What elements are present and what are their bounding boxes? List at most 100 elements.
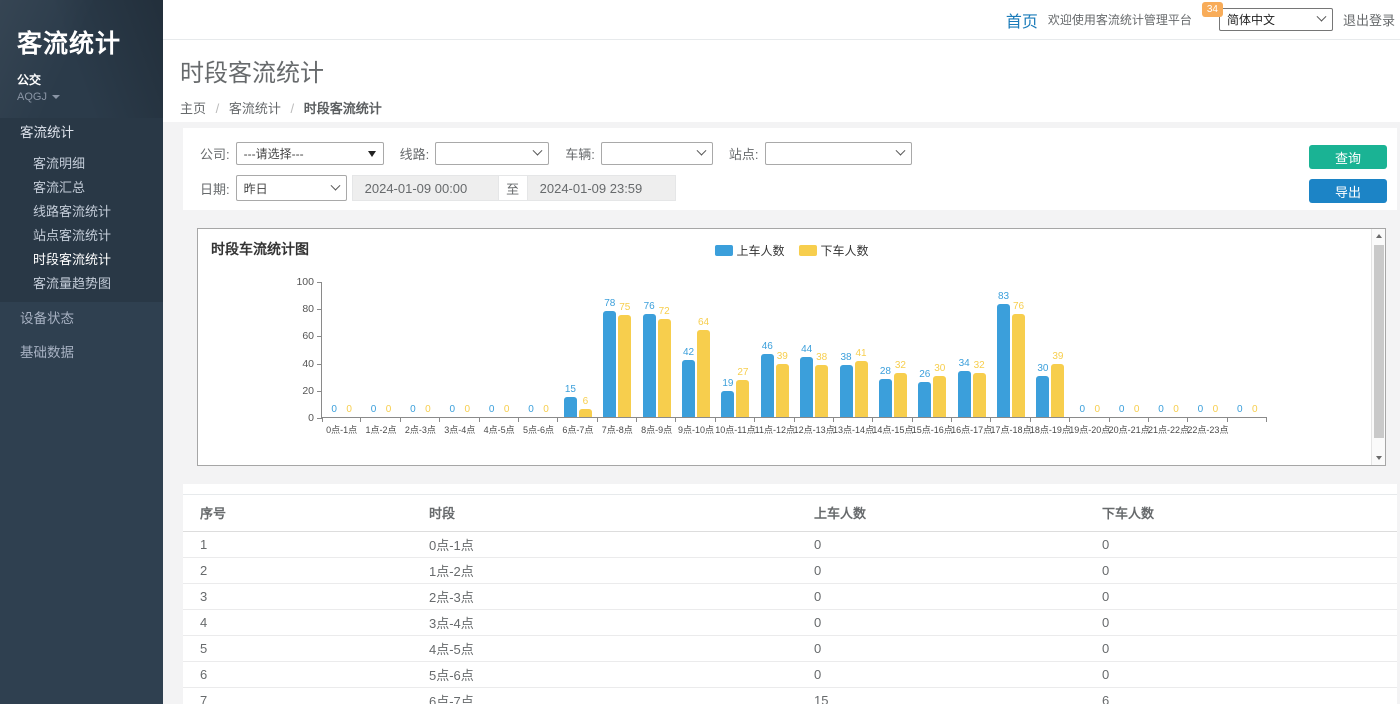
brand-title: 客流统计	[17, 24, 163, 60]
sidebar-item-period-stats[interactable]: 时段客流统计	[0, 248, 163, 272]
bar-value-label: 41	[848, 348, 874, 359]
bar-上车人数	[800, 357, 813, 417]
chart-category: 463911点-12点	[755, 282, 794, 417]
x-axis-tick	[990, 417, 991, 422]
date-from-input[interactable]: 2024-01-09 00:00	[352, 175, 499, 201]
sidebar-item-passenger-detail[interactable]: 客流明细	[0, 152, 163, 176]
sidebar-item-line-stats[interactable]: 线路客流统计	[0, 200, 163, 224]
scroll-down-arrow-icon[interactable]	[1372, 451, 1385, 465]
table-cell: 6	[1085, 688, 1397, 704]
table-cell: 15	[797, 688, 1085, 704]
sidebar-item-passenger-summary[interactable]: 客流汇总	[0, 176, 163, 200]
bar-value-label: 64	[691, 317, 717, 328]
x-axis-tick	[439, 417, 440, 422]
bar-下车人数	[855, 361, 868, 417]
scrollbar-thumb[interactable]	[1374, 245, 1384, 438]
home-link[interactable]: 首页	[1006, 8, 1038, 32]
date-preset-select[interactable]: 昨日	[236, 175, 347, 201]
page-heading: 时段客流统计 主页 / 客流统计 / 时段客流统计	[163, 40, 1400, 122]
chart-category: 443812点-13点	[795, 282, 834, 417]
breadcrumb-separator: /	[291, 101, 295, 116]
legend-item-board[interactable]: 上车人数	[714, 242, 784, 259]
caret-down-icon	[52, 95, 60, 99]
bar-value-label: 39	[769, 351, 795, 362]
export-button[interactable]: 导出	[1309, 179, 1387, 203]
query-button[interactable]: 查询	[1309, 145, 1387, 169]
sidebar-item-device-status[interactable]: 设备状态	[0, 302, 163, 336]
station-label: 站点:	[729, 144, 759, 163]
bar-value-label: 0	[1124, 404, 1150, 415]
vehicle-select[interactable]	[601, 142, 713, 165]
x-axis-tick	[1266, 417, 1267, 422]
table-row: 76点-7点156	[183, 688, 1397, 704]
bar-value-label: 38	[809, 352, 835, 363]
line-select[interactable]	[435, 142, 549, 165]
filter-row-2: 日期: 昨日 2024-01-09 00:00 至 2024-01-09 23:…	[183, 175, 1397, 201]
x-axis-tick	[951, 417, 952, 422]
x-axis-tick	[872, 417, 873, 422]
legend-item-alight[interactable]: 下车人数	[799, 242, 869, 259]
scroll-up-arrow-icon[interactable]	[1372, 229, 1385, 243]
x-axis-tick	[1187, 417, 1188, 422]
table-row: 32点-3点00	[183, 584, 1397, 610]
chart-category: 003点-4点	[440, 282, 479, 417]
sidebar-brand: 客流统计 公交 AQGJ	[0, 0, 163, 118]
table-header-row: 序号 时段 上车人数 下车人数	[183, 495, 1397, 532]
main-area: 首页 欢迎使用客流统计管理平台 34 简体中文 退出登录 时段客流统计 主页 /…	[163, 0, 1400, 704]
chart-scrollbar[interactable]	[1371, 229, 1385, 465]
table-cell: 0	[797, 662, 1085, 688]
bar-value-label: 32	[887, 360, 913, 371]
sidebar-item-station-stats[interactable]: 站点客流统计	[0, 224, 163, 248]
y-axis-tick-label: 60	[280, 330, 314, 342]
user-dropdown[interactable]: AQGJ	[17, 91, 87, 103]
x-axis-tick	[1227, 417, 1228, 422]
x-axis-tick	[754, 417, 755, 422]
bar-上车人数	[918, 382, 931, 417]
bar-value-label: 0	[1242, 404, 1268, 415]
x-axis-tick	[557, 417, 558, 422]
chart-category: 192710点-11点	[716, 282, 755, 417]
x-axis-tick	[715, 417, 716, 422]
col-header-board: 上车人数	[797, 495, 1085, 532]
col-header-index: 序号	[183, 495, 412, 532]
table-cell: 6	[183, 662, 412, 688]
y-axis-tick-label: 100	[280, 276, 314, 288]
table-row: 54点-5点00	[183, 636, 1397, 662]
chevron-down-icon	[330, 180, 340, 190]
chart-category: 0021点-22点	[1149, 282, 1188, 417]
x-axis-tick	[597, 417, 598, 422]
language-select-value: 简体中文	[1227, 11, 1275, 28]
breadcrumb-passenger-stats[interactable]: 客流统计	[229, 101, 281, 116]
bar-下车人数	[697, 330, 710, 417]
legend-swatch-board	[714, 245, 732, 256]
y-axis-tick-label: 40	[280, 358, 314, 370]
date-preset-value: 昨日	[244, 180, 268, 197]
sidebar-item-trend-chart[interactable]: 客流量趋势图	[0, 272, 163, 296]
table-cell: 0	[797, 610, 1085, 636]
sidebar-item-base-data[interactable]: 基础数据	[0, 336, 163, 370]
date-to-input[interactable]: 2024-01-09 23:59	[527, 175, 676, 201]
chart-category: 384113点-14点	[834, 282, 873, 417]
station-select[interactable]	[765, 142, 912, 165]
filter-buttons: 查询 导出	[1309, 145, 1387, 203]
notification-badge[interactable]: 34	[1202, 2, 1223, 17]
company-label: 公司:	[200, 144, 230, 163]
chart-category: 001点-2点	[361, 282, 400, 417]
x-axis-tick	[636, 417, 637, 422]
table-cell: 0	[1085, 636, 1397, 662]
company-select[interactable]: ---请选择---	[236, 142, 384, 165]
x-axis-tick	[833, 417, 834, 422]
sidebar-submenu: 客流明细 客流汇总 线路客流统计 站点客流统计 时段客流统计 客流量趋势图	[0, 148, 163, 296]
chart-category: 005点-6点	[519, 282, 558, 417]
chart-category: 78757点-8点	[598, 282, 637, 417]
chart-category: 0023点-24点	[1228, 282, 1267, 417]
bar-上车人数	[603, 311, 616, 417]
logout-link[interactable]: 退出登录	[1343, 10, 1395, 29]
sidebar-item-passenger-stats[interactable]: 客流统计	[0, 118, 163, 148]
breadcrumb-home[interactable]: 主页	[180, 101, 206, 116]
bar-value-label: 0	[1084, 404, 1110, 415]
bar-value-label: 0	[454, 404, 480, 415]
x-axis-tick	[1109, 417, 1110, 422]
legend-label-alight: 下车人数	[821, 242, 869, 259]
language-select[interactable]: 简体中文	[1219, 8, 1333, 31]
